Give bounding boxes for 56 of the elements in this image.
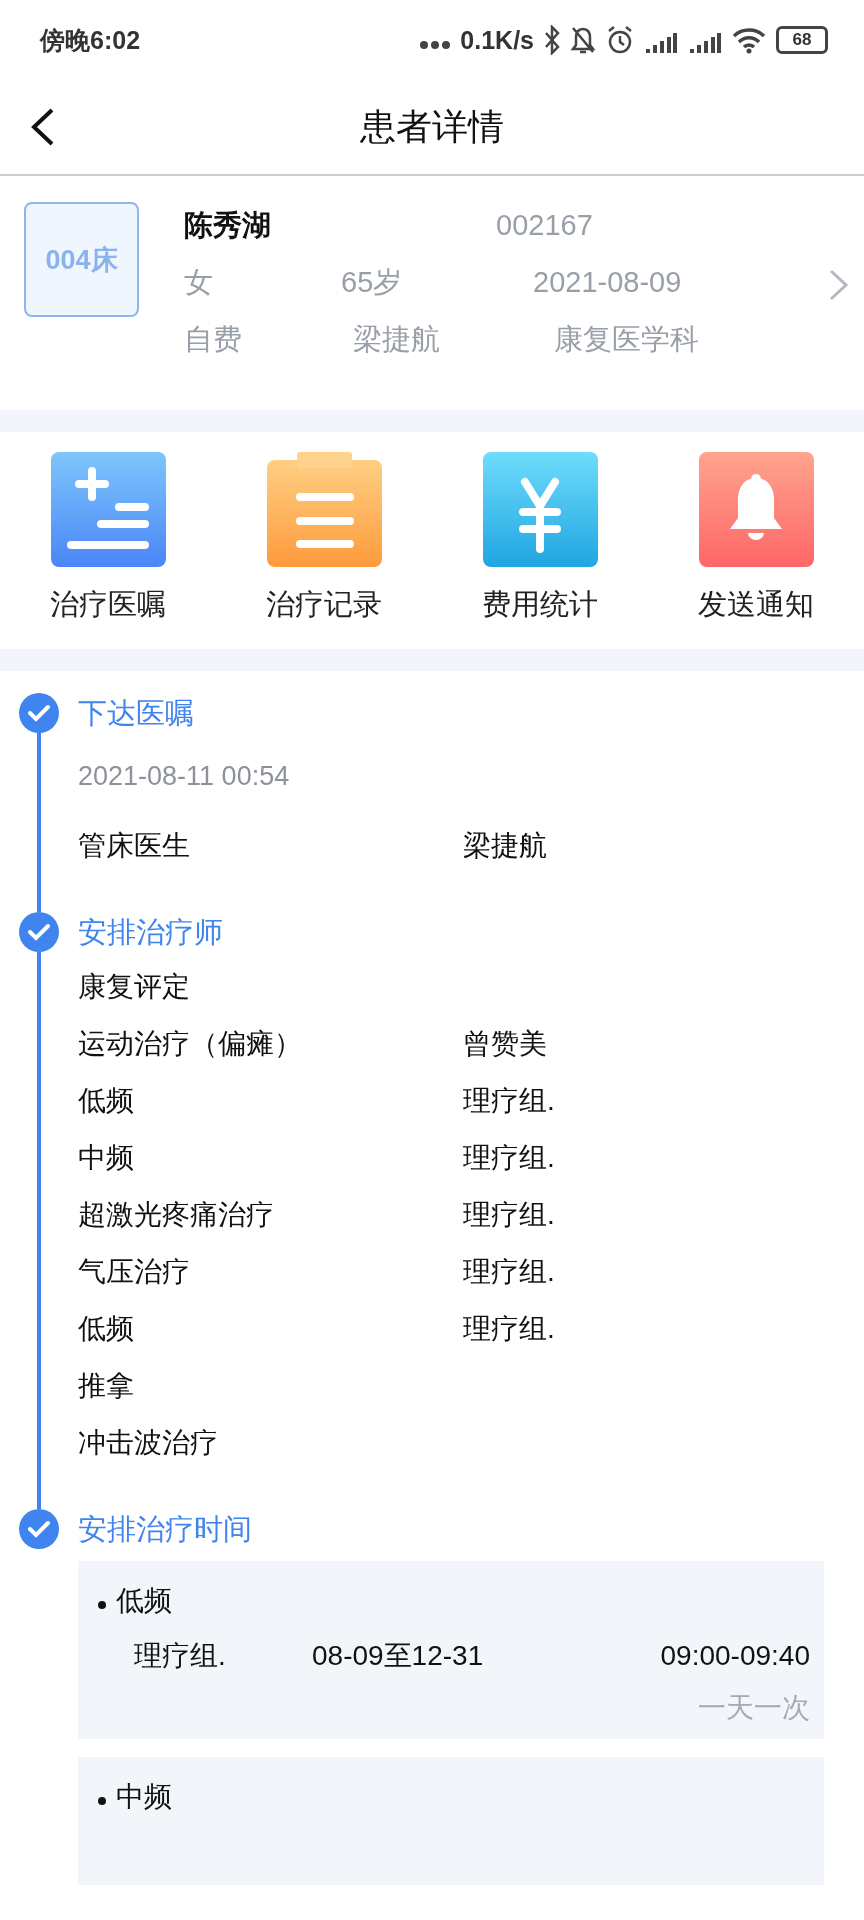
item-name: 冲击波治疗 — [78, 1425, 219, 1460]
item-value: 理疗组. — [463, 1197, 556, 1232]
item-name: 低频 — [78, 1083, 135, 1118]
battery-level: 68 — [776, 26, 828, 54]
frequency-label: 一天一次 — [697, 1691, 810, 1725]
step-title: 安排治疗师 — [78, 915, 224, 950]
therapist-name: 理疗组. — [134, 1639, 227, 1673]
item-name: 气压治疗 — [78, 1254, 191, 1289]
treatment-name: 中频 — [116, 1780, 172, 1814]
item-value: 理疗组. — [463, 1083, 556, 1118]
action-label[interactable]: 发送通知 — [698, 585, 814, 625]
payment-type: 自费 — [184, 321, 243, 357]
item-name: 管床医生 — [78, 828, 191, 863]
page-title: 患者详情 — [360, 104, 504, 149]
item-name: 超激光疼痛治疗 — [78, 1197, 275, 1232]
item-name: 推拿 — [78, 1368, 135, 1403]
step-title: 安排治疗时间 — [78, 1512, 253, 1547]
bell-icon[interactable] — [698, 452, 814, 567]
admission-date: 2021-08-09 — [533, 266, 683, 299]
bluetooth-icon — [544, 25, 560, 55]
wifi-icon — [732, 25, 766, 55]
bullet-icon — [98, 1601, 106, 1609]
step-title: 下达医嘱 — [78, 696, 195, 731]
item-name: 低频 — [78, 1311, 135, 1346]
item-value: 梁捷航 — [463, 828, 548, 863]
item-value: 理疗组. — [463, 1254, 556, 1289]
item-name: 中频 — [78, 1140, 135, 1175]
action-label[interactable]: 治疗医嘱 — [50, 585, 166, 625]
step-time: 2021-08-11 00:54 — [78, 760, 291, 793]
clipboard-icon[interactable] — [266, 452, 382, 567]
status-time: 傍晚6:02 — [40, 24, 141, 56]
patient-name: 陈秀湖 — [184, 207, 272, 243]
yen-icon[interactable] — [482, 452, 598, 567]
department-name: 康复医学科 — [554, 321, 700, 357]
dots-icon — [420, 40, 451, 50]
action-label[interactable]: 治疗记录 — [266, 585, 382, 625]
alarm-icon — [606, 25, 634, 55]
patient-gender: 女 — [184, 264, 214, 300]
medical-list-icon[interactable] — [50, 452, 166, 567]
bed-number: 004床 — [24, 202, 139, 317]
patient-age: 65岁 — [341, 264, 404, 300]
doctor-name: 梁捷航 — [353, 321, 441, 357]
chevron-right-icon[interactable] — [828, 268, 850, 302]
item-name: 运动治疗（偏瘫） — [78, 1026, 303, 1061]
bell-muted-icon — [570, 25, 596, 55]
time-range: 09:00-09:40 — [659, 1640, 810, 1672]
item-value: 理疗组. — [463, 1140, 556, 1175]
item-value: 理疗组. — [463, 1311, 556, 1346]
item-value: 曾赞美 — [463, 1026, 548, 1061]
network-speed: 0.1K/s — [460, 25, 534, 55]
action-label[interactable]: 费用统计 — [482, 585, 598, 625]
treatment-name: 低频 — [116, 1584, 172, 1618]
patient-id: 002167 — [496, 209, 594, 242]
date-range: 08-09至12-31 — [312, 1639, 485, 1673]
bullet-icon — [98, 1797, 106, 1805]
item-name: 康复评定 — [78, 969, 191, 1004]
